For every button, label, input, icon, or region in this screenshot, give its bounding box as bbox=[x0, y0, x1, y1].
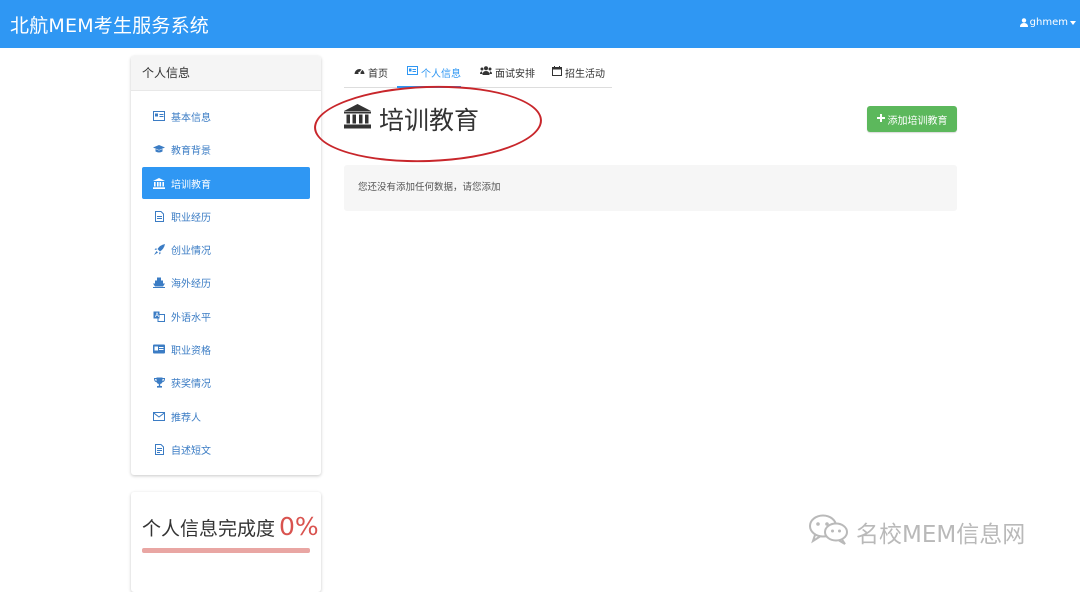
sidebar-item-statement[interactable]: 自述短文 bbox=[142, 433, 310, 465]
envelope-icon bbox=[153, 410, 165, 422]
language-icon: A bbox=[153, 310, 165, 322]
plus-icon bbox=[876, 113, 885, 125]
sidebar-item-label: 自述短文 bbox=[171, 445, 211, 457]
document-icon bbox=[153, 443, 165, 455]
completion-progress-bar bbox=[142, 548, 310, 553]
tab-label: 个人信息 bbox=[421, 68, 461, 80]
users-icon bbox=[480, 66, 492, 78]
graduation-cap-icon bbox=[153, 143, 165, 155]
add-training-button-label: 添加培训教育 bbox=[887, 115, 948, 127]
completion-title: 个人信息完成度 0% bbox=[142, 512, 319, 541]
add-training-button[interactable]: 添加培训教育 bbox=[867, 106, 957, 132]
top-navbar: 北航MEM考生服务系统 ghmem bbox=[0, 0, 1080, 48]
completion-percent: 0% bbox=[279, 512, 319, 541]
sidebar-item-education[interactable]: 教育背景 bbox=[142, 133, 310, 165]
sidebar-item-label: 职业资格 bbox=[171, 345, 211, 357]
sidebar-item-label: 培训教育 bbox=[171, 179, 211, 191]
bank-icon bbox=[153, 177, 165, 189]
sidebar-item-label: 教育背景 bbox=[171, 145, 211, 157]
sidebar-item-label: 基本信息 bbox=[171, 112, 211, 124]
sidebar-item-career[interactable]: 职业经历 bbox=[142, 200, 310, 232]
file-icon bbox=[153, 210, 165, 222]
app-brand[interactable]: 北航MEM考生服务系统 bbox=[10, 11, 209, 38]
trophy-icon bbox=[153, 376, 165, 388]
sidebar-item-training[interactable]: 培训教育 bbox=[142, 167, 310, 199]
watermark-text: 名校MEM信息网 bbox=[856, 522, 1026, 548]
tab-label: 首页 bbox=[368, 68, 388, 80]
id-card-icon bbox=[153, 110, 165, 122]
completion-panel: 个人信息完成度 0% bbox=[131, 492, 321, 592]
calendar-icon bbox=[552, 65, 562, 79]
sidebar-item-label: 职业经历 bbox=[171, 212, 211, 224]
red-circle-annotation bbox=[312, 82, 544, 166]
tab-events[interactable]: 招生活动 bbox=[552, 58, 605, 86]
sidebar-title: 个人信息 bbox=[131, 56, 321, 91]
id-card-icon bbox=[407, 66, 418, 78]
sidebar-item-overseas[interactable]: 海外经历 bbox=[142, 266, 310, 298]
wechat-icon bbox=[808, 513, 850, 551]
user-name: ghmem bbox=[1029, 17, 1068, 28]
completion-label: 个人信息完成度 bbox=[142, 518, 276, 540]
user-icon bbox=[1019, 18, 1028, 27]
tab-interview[interactable]: 面试安排 bbox=[480, 58, 535, 86]
sidebar-item-language[interactable]: A 外语水平 bbox=[142, 300, 310, 332]
sidebar-panel: 个人信息 基本信息 教育背景 培训教育 职业经历 创业情况 海外经历 A 外语水… bbox=[131, 56, 321, 475]
tab-label: 招生活动 bbox=[565, 68, 605, 80]
ship-icon bbox=[153, 276, 165, 288]
empty-state-message: 您还没有添加任何数据，请您添加 bbox=[344, 165, 957, 211]
sidebar-item-label: 创业情况 bbox=[171, 245, 211, 257]
dashboard-icon bbox=[354, 66, 365, 78]
sidebar-item-label: 外语水平 bbox=[171, 312, 211, 324]
sidebar-item-referee[interactable]: 推荐人 bbox=[142, 400, 310, 432]
watermark: 名校MEM信息网 bbox=[808, 514, 1025, 550]
user-menu[interactable]: ghmem bbox=[1019, 17, 1076, 28]
tab-home[interactable]: 首页 bbox=[354, 58, 388, 86]
sidebar-item-label: 推荐人 bbox=[171, 412, 201, 424]
tab-personal-info[interactable]: 个人信息 bbox=[407, 58, 461, 86]
caret-down-icon bbox=[1070, 20, 1076, 25]
tab-label: 面试安排 bbox=[495, 68, 535, 80]
sidebar-item-qualification[interactable]: 职业资格 bbox=[142, 333, 310, 365]
sidebar-item-startup[interactable]: 创业情况 bbox=[142, 233, 310, 265]
credit-card-icon bbox=[153, 343, 165, 355]
sidebar-item-awards[interactable]: 获奖情况 bbox=[142, 366, 310, 398]
sidebar-item-basic-info[interactable]: 基本信息 bbox=[142, 100, 310, 132]
rocket-icon bbox=[153, 243, 165, 255]
sidebar-item-label: 海外经历 bbox=[171, 278, 211, 290]
sidebar-item-label: 获奖情况 bbox=[171, 378, 211, 390]
